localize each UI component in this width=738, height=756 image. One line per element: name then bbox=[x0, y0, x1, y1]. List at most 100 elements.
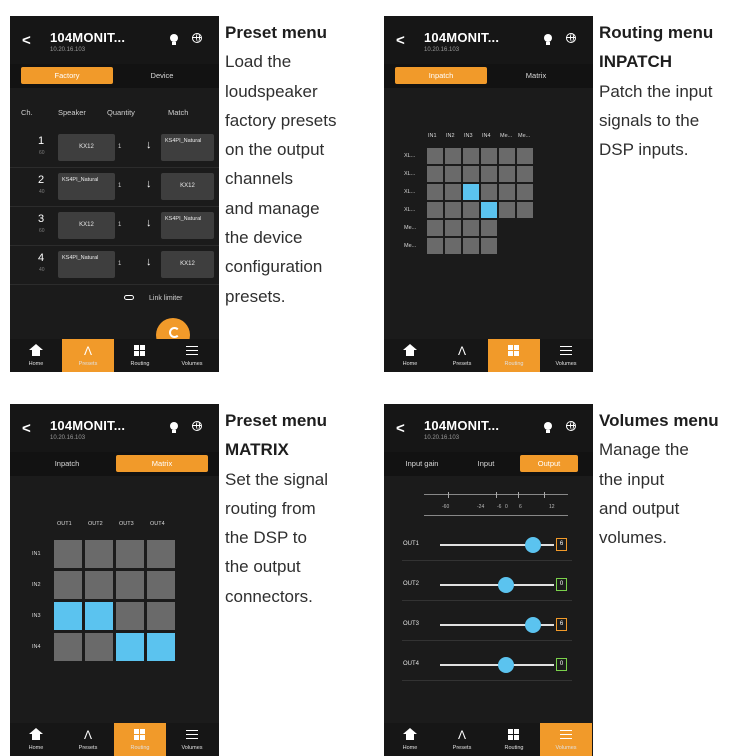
caption-line: signals to the bbox=[599, 110, 700, 130]
nav-routing[interactable]: Routing bbox=[488, 339, 540, 372]
nav-routing[interactable]: Routing bbox=[488, 723, 540, 756]
volume-value[interactable]: 6 bbox=[556, 538, 567, 551]
match-select[interactable]: KX12 bbox=[161, 173, 214, 200]
caption-line: routing from bbox=[225, 498, 316, 518]
routing-cell[interactable] bbox=[481, 166, 497, 182]
matrix-cell[interactable] bbox=[54, 602, 82, 630]
routing-cell[interactable] bbox=[427, 238, 443, 254]
matrix-cell[interactable] bbox=[54, 571, 82, 599]
matrix-cell[interactable] bbox=[116, 540, 144, 568]
match-select[interactable]: KS4PI_Natural bbox=[161, 212, 214, 239]
routing-cell[interactable] bbox=[463, 238, 479, 254]
volume-slider-track[interactable] bbox=[440, 664, 554, 666]
presets-icon: Λ bbox=[83, 344, 92, 358]
routing-cell[interactable] bbox=[427, 202, 443, 218]
nav-routing[interactable]: Routing bbox=[114, 723, 166, 756]
match-select[interactable]: KX12 bbox=[161, 251, 214, 278]
nav-home[interactable]: Home bbox=[10, 723, 62, 756]
nav-home[interactable]: Home bbox=[384, 339, 436, 372]
nav-home[interactable]: Home bbox=[10, 339, 62, 372]
routing-cell[interactable] bbox=[427, 148, 443, 164]
matrix-cell[interactable] bbox=[116, 633, 144, 661]
volume-slider-track[interactable] bbox=[440, 584, 554, 586]
routing-cell[interactable] bbox=[517, 166, 533, 182]
caption-title: Routing menu bbox=[599, 23, 714, 42]
link-limiter-toggle[interactable]: Link limiter bbox=[149, 295, 182, 302]
volume-value[interactable]: 6 bbox=[556, 618, 567, 631]
routing-cell[interactable] bbox=[445, 238, 461, 254]
nav-presets[interactable]: Λ Presets bbox=[62, 339, 114, 372]
routing-cell[interactable] bbox=[445, 220, 461, 236]
routing-cell[interactable] bbox=[517, 184, 533, 200]
tab-bar: Factory Device bbox=[10, 64, 219, 88]
routing-cell[interactable] bbox=[499, 148, 515, 164]
volume-slider-knob[interactable] bbox=[498, 577, 515, 593]
matrix-cell[interactable] bbox=[85, 540, 113, 568]
speaker-select[interactable]: KS4PI_Natural bbox=[58, 251, 115, 278]
routing-cell[interactable] bbox=[427, 184, 443, 200]
nav-presets[interactable]: Λ Presets bbox=[436, 723, 488, 756]
routing-cell[interactable] bbox=[481, 220, 497, 236]
volume-slider-knob[interactable] bbox=[525, 617, 542, 633]
matrix-cell[interactable] bbox=[147, 602, 175, 630]
speaker-select[interactable]: KX12 bbox=[58, 134, 115, 161]
nav-routing[interactable]: Routing bbox=[114, 339, 166, 372]
back-chevron-icon[interactable]: < bbox=[22, 32, 31, 49]
nav-home[interactable]: Home bbox=[384, 723, 436, 756]
nav-volumes[interactable]: Volumes bbox=[166, 339, 218, 372]
caption-line: on the output bbox=[225, 140, 325, 160]
routing-cell[interactable] bbox=[481, 148, 497, 164]
matrix-cell[interactable] bbox=[54, 540, 82, 568]
tab-factory[interactable]: Factory bbox=[21, 67, 113, 84]
volume-value[interactable]: 0 bbox=[556, 578, 567, 591]
column-label: OUT4 bbox=[150, 521, 165, 527]
matrix-cell[interactable] bbox=[116, 571, 144, 599]
matrix-cell[interactable] bbox=[147, 540, 175, 568]
nav-volumes[interactable]: Volumes bbox=[540, 339, 592, 372]
routing-cell[interactable] bbox=[445, 166, 461, 182]
globe-icon[interactable] bbox=[192, 33, 202, 43]
matrix-cell[interactable] bbox=[116, 602, 144, 630]
tab-device[interactable]: Device bbox=[116, 67, 208, 84]
routing-cell[interactable] bbox=[517, 148, 533, 164]
routing-cell[interactable] bbox=[427, 220, 443, 236]
nav-volumes[interactable]: Volumes bbox=[540, 723, 592, 756]
quantity-value[interactable]: 1 bbox=[118, 183, 121, 189]
routing-cell[interactable] bbox=[499, 166, 515, 182]
routing-cell[interactable] bbox=[463, 148, 479, 164]
quantity-value[interactable]: 1 bbox=[118, 144, 121, 150]
routing-cell[interactable] bbox=[445, 148, 461, 164]
speaker-select[interactable]: KS4PI_Natural bbox=[58, 173, 115, 200]
match-select[interactable]: KS4PI_Natural bbox=[161, 134, 214, 161]
routing-cell[interactable] bbox=[499, 202, 515, 218]
matrix-cell[interactable] bbox=[147, 633, 175, 661]
routing-cell[interactable] bbox=[445, 184, 461, 200]
nav-presets[interactable]: Λ Presets bbox=[62, 723, 114, 756]
matrix-cell[interactable] bbox=[85, 571, 113, 599]
matrix-cell[interactable] bbox=[147, 571, 175, 599]
routing-cell[interactable] bbox=[481, 184, 497, 200]
routing-cell[interactable] bbox=[481, 202, 497, 218]
routing-cell[interactable] bbox=[517, 202, 533, 218]
volume-slider-knob[interactable] bbox=[525, 537, 542, 553]
routing-cell[interactable] bbox=[499, 184, 515, 200]
routing-cell[interactable] bbox=[463, 166, 479, 182]
routing-cell[interactable] bbox=[463, 220, 479, 236]
routing-cell[interactable] bbox=[427, 166, 443, 182]
matrix-cell[interactable] bbox=[54, 633, 82, 661]
speaker-select[interactable]: KX12 bbox=[58, 212, 115, 239]
volume-value[interactable]: 0 bbox=[556, 658, 567, 671]
quantity-value[interactable]: 1 bbox=[118, 222, 121, 228]
volume-slider-knob[interactable] bbox=[498, 657, 515, 673]
matrix-cell[interactable] bbox=[85, 633, 113, 661]
nav-presets[interactable]: Λ Presets bbox=[436, 339, 488, 372]
matrix-cell[interactable] bbox=[85, 602, 113, 630]
nav-volumes[interactable]: Volumes bbox=[166, 723, 218, 756]
channel-sub: 40 bbox=[39, 267, 45, 273]
routing-cell[interactable] bbox=[445, 202, 461, 218]
quantity-value[interactable]: 1 bbox=[118, 261, 121, 267]
routing-cell[interactable] bbox=[463, 184, 479, 200]
bulb-icon[interactable] bbox=[170, 34, 178, 45]
routing-cell[interactable] bbox=[463, 202, 479, 218]
routing-cell[interactable] bbox=[481, 238, 497, 254]
